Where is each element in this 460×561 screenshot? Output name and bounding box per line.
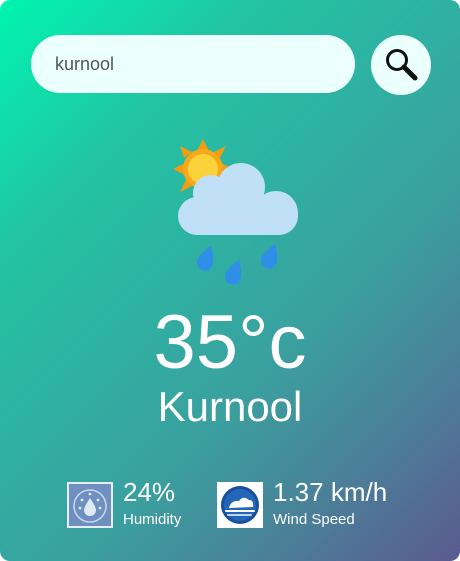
raindrops-icon [196,243,278,285]
weather-card: 35°c Kurnool 24% Humidity [0,0,460,561]
city-search-input[interactable] [31,35,355,93]
humidity-value: 24% [123,477,176,507]
temperature: 35°c [153,300,307,385]
wind-icon [217,482,263,528]
wind-label: Wind Speed [273,511,355,528]
search-button[interactable] [371,35,431,95]
search-bar [31,35,431,95]
city-name: Kurnool [157,383,303,430]
humidity-label: Humidity [123,511,182,528]
sun-cloud-rain-icon [173,139,298,285]
wind-value: 1.37 km/h [273,477,388,507]
humidity-icon [67,482,113,528]
magnifier-icon [386,49,418,81]
